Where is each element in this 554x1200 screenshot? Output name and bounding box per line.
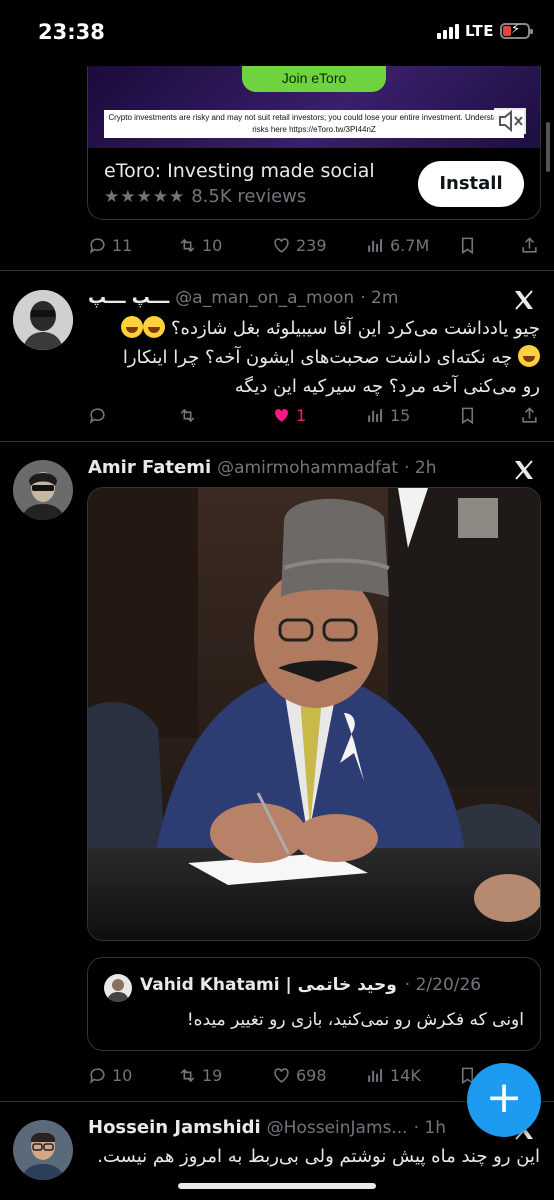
compose-tweet-button[interactable]: + [467,1063,541,1137]
mute-icon[interactable] [494,108,526,134]
heart-filled-icon [275,408,288,422]
install-button[interactable]: Install [418,161,524,207]
quote-text: اونی که فکرش رو نمی‌کنید، بازی رو تغییر … [186,1010,524,1030]
join-etoro-button[interactable]: Join eToro [242,66,386,92]
photo-man-signing [88,488,540,940]
repost-icon [180,238,195,252]
status-icons: LTE ⚡ [436,22,533,40]
tweet-action-bar: 1 15 [88,402,540,428]
quote-date: · 2/20/26 [404,975,482,995]
heart-icon [274,1067,289,1083]
tweet-text: چیو یادداشت می‌کرد این آقا سیبیلوئه بغل … [88,314,540,401]
views-button[interactable]: 6.7M [366,236,429,255]
ad-reviews: 8.5K reviews [191,186,307,207]
quote-avatar [104,974,132,1002]
heart-icon [274,237,289,253]
views-count: 6.7M [390,235,430,255]
repost-button[interactable] [178,406,202,425]
tweet-header: ـــپ ـــپ @a_man_on_a_moon · 2m [88,287,398,308]
ad-disclaimer: Crypto investments are risky and may not… [104,110,524,138]
battery-charging-icon: ⚡ [500,22,533,39]
rofl-emoji-icon [121,316,144,338]
tweet-line: رو می‌کنی آخه مرد؟ چه سیرکیه این دیگه [234,376,540,397]
bookmark-icon [461,407,474,424]
avatar[interactable] [13,1120,73,1180]
ad-banner[interactable]: Join eToro Crypto investments are risky … [88,66,540,148]
like-button[interactable]: 698 [272,1066,327,1085]
repost-icon [180,408,195,422]
ad-action-bar: 11 10 239 6.7M [88,232,540,258]
network-label: LTE [464,22,494,40]
views-button[interactable]: 14K [366,1066,421,1085]
tweet-header: Hossein Jamshidi @HosseinJams... · 1h [88,1117,446,1138]
author-name[interactable]: ـــپ ـــپ [88,287,169,308]
signal-icon [436,23,459,39]
rofl-emoji-icon [518,345,540,367]
reply-icon [89,237,105,254]
author-name[interactable]: Amir Fatemi [88,457,211,478]
author-handle[interactable]: @a_man_on_a_moon [175,288,354,308]
quote-author-name: Vahid Khatami | وحید خاتمی [140,975,397,995]
avatar[interactable] [13,290,73,350]
views-count: 14K [390,1065,421,1085]
rofl-emoji-icon [143,316,166,338]
views-count: 15 [390,405,411,425]
bookmark-button[interactable] [458,236,477,255]
quoted-tweet[interactable]: Vahid Khatami | وحید خاتمی · 2/20/26 اون… [87,957,541,1051]
ad-title[interactable]: eToro: Investing made social [104,160,375,182]
repost-button[interactable]: 19 [178,1066,222,1085]
avatar[interactable] [13,460,73,520]
x-logo-icon [515,460,533,480]
share-icon [522,236,537,253]
like-button[interactable]: 1 [272,406,306,425]
views-icon [368,238,383,252]
tweet-time: · 1h [413,1118,446,1138]
reply-button[interactable]: 10 [88,1066,132,1085]
repost-button[interactable]: 10 [178,236,222,255]
home-indicator[interactable] [178,1183,376,1189]
status-time: 23:38 [38,20,105,44]
like-button[interactable]: 239 [272,236,327,255]
tweet-header: Amir Fatemi @amirmohammadfat · 2h [88,457,437,478]
ad-rating: ★★★★★ 8.5K reviews [104,186,306,207]
reply-icon [89,407,105,424]
quote-header: Vahid Khatami | وحید خاتمی · 2/20/26 [140,975,481,995]
repost-count: 10 [202,235,223,255]
reply-icon [89,1067,105,1084]
x-logo-icon [515,290,533,310]
reply-button[interactable] [88,406,112,425]
tweet-time: · 2h [404,458,437,478]
status-bar: 23:38 LTE ⚡ [0,0,554,66]
ad-card[interactable]: Join eToro Crypto investments are risky … [87,66,541,220]
scrollbar[interactable] [546,122,550,172]
tweet-photo[interactable] [87,487,541,941]
repost-icon [180,1068,195,1082]
repost-count: 19 [202,1065,223,1085]
rating-stars: ★★★★★ [104,186,186,207]
reply-count: 10 [112,1065,133,1085]
author-name[interactable]: Hossein Jamshidi [88,1117,261,1138]
divider [0,270,554,271]
like-count: 1 [296,405,307,425]
tweet-line: چه نکته‌ای داشت صحبت‌های ایشون آخه؟ چرا … [88,343,540,372]
bookmark-button[interactable] [458,406,477,425]
share-icon [522,406,537,423]
reply-count: 11 [112,235,133,255]
divider [0,441,554,442]
tweet-time: · 2m [360,288,399,308]
views-button[interactable]: 15 [366,406,410,425]
author-handle[interactable]: @amirmohammadfat [217,458,398,478]
tweet-text: این رو چند ماه پیش نوشتم ولی بی‌ربط به ا… [97,1146,540,1167]
bookmark-icon [461,237,474,254]
share-button[interactable] [520,406,539,425]
views-icon [368,1068,383,1082]
like-count: 239 [296,235,327,255]
author-handle[interactable]: @HosseinJams... [267,1118,408,1138]
views-icon [368,408,383,422]
share-button[interactable] [520,236,539,255]
like-count: 698 [296,1065,327,1085]
tweet-line: چیو یادداشت می‌کرد این آقا سیبیلوئه بغل … [88,314,540,343]
reply-button[interactable]: 11 [88,236,132,255]
